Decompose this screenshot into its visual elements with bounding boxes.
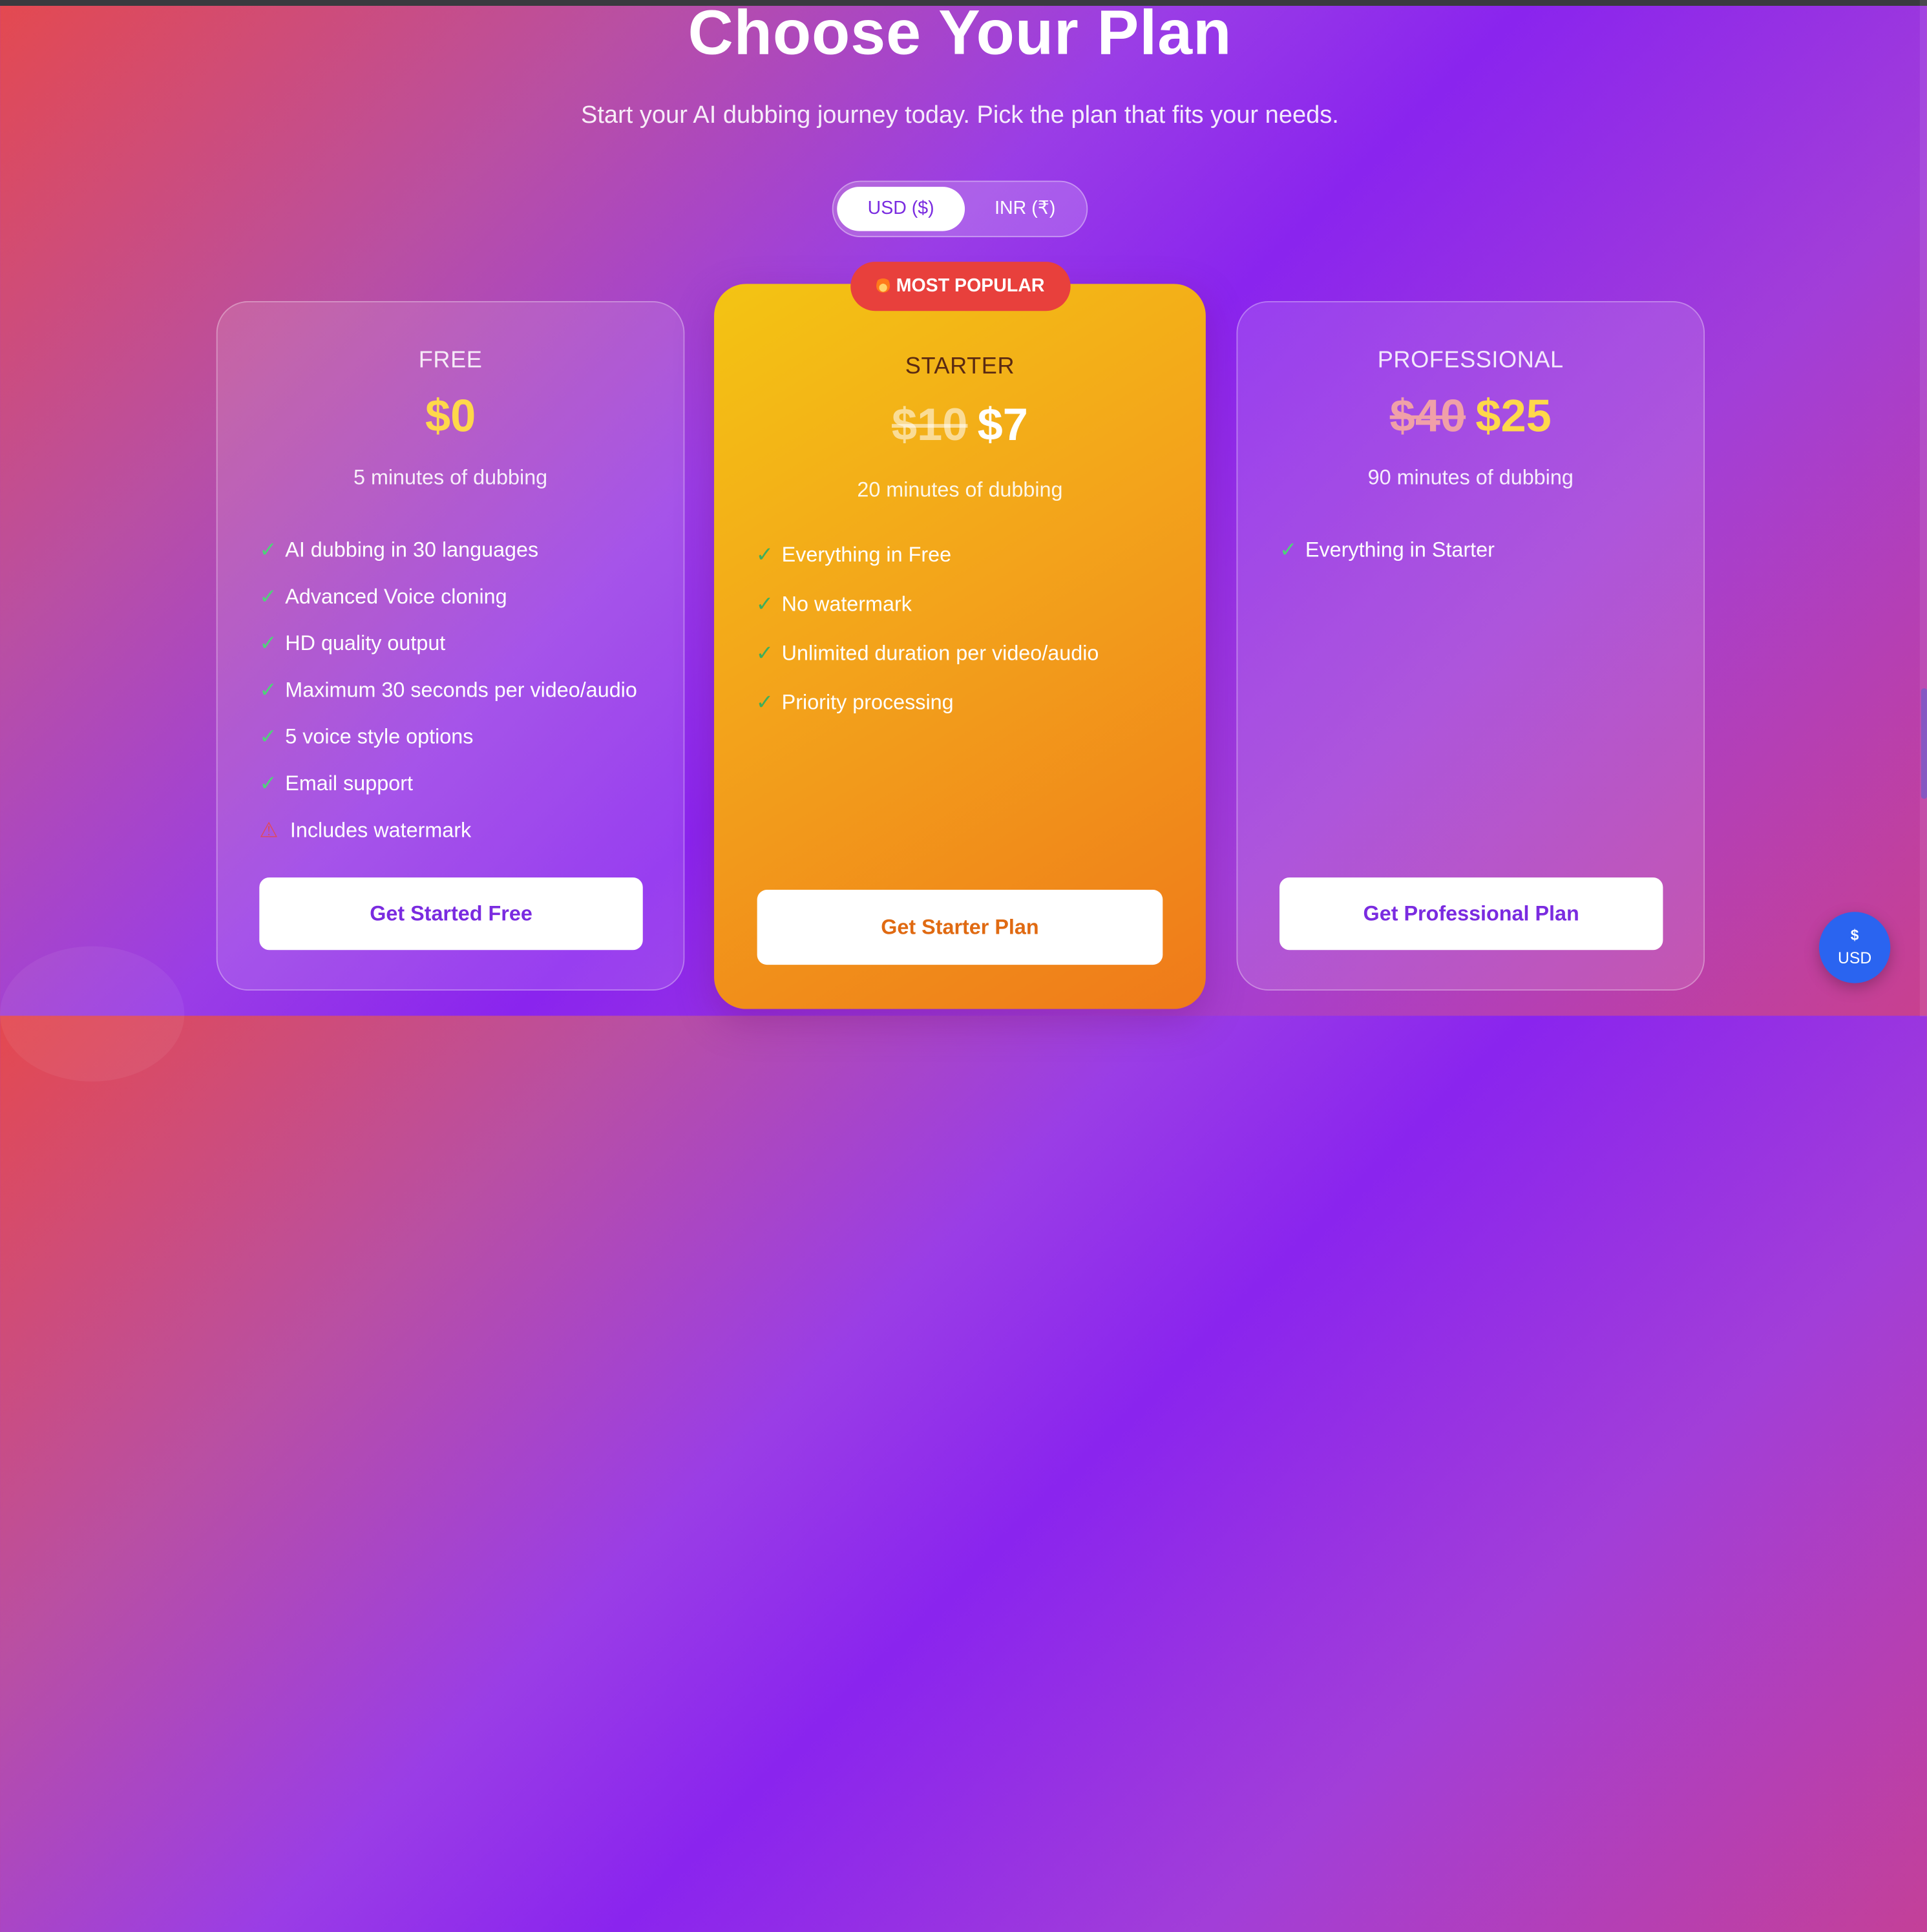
check-icon: ✓ (259, 585, 277, 609)
feature-item: ✓ Email support (259, 761, 671, 807)
get-starter-plan-button[interactable]: Get Starter Plan (757, 890, 1163, 965)
feature-item-warning: ⚠ Includes watermark (259, 808, 671, 854)
feature-text: Email support (285, 772, 413, 795)
plan-card-free: FREE $0 5 minutes of dubbing ✓ AI dubbing… (216, 300, 685, 991)
feature-item: ✓ Unlimited duration per video/audio (756, 629, 1194, 678)
feature-list: ✓ Everything in Starter (1279, 527, 1691, 574)
check-icon: ✓ (755, 543, 774, 567)
pricing-page: Choose Your Plan Start your AI dubbing j… (0, 0, 1927, 1932)
plan-minutes: 90 minutes of dubbing (1367, 465, 1574, 489)
check-icon: ✓ (259, 538, 277, 562)
plan-card-professional: PROFESSIONAL $40 $25 90 minutes of dubbin… (1236, 300, 1705, 991)
plan-card-starter: STARTER $10 $7 20 minutes of dubbing ✓ Eve… (714, 284, 1206, 1009)
decorative-blob (0, 946, 185, 1082)
feature-item: ✓ AI dubbing in 30 languages (259, 527, 671, 574)
check-icon: ✓ (259, 772, 277, 795)
scrollbar-track (1919, 0, 1927, 1016)
feature-text: Everything in Starter (1305, 538, 1495, 562)
plan-price: $40 $25 (1237, 391, 1703, 443)
currency-code: USD (1837, 949, 1872, 967)
check-icon: ✓ (259, 725, 277, 749)
plan-old-price: $40 (1389, 390, 1466, 441)
flame-icon (876, 276, 890, 293)
most-popular-badge: MOST POPULAR (850, 262, 1071, 311)
feature-text: Priority processing (781, 690, 954, 715)
plan-old-price: $10 (891, 399, 968, 450)
currency-fab-button[interactable]: $ USD (1818, 912, 1891, 983)
check-icon: ✓ (755, 592, 774, 616)
plan-price: $10 $7 (714, 399, 1206, 451)
feature-item: ✓ Priority processing (756, 678, 1194, 728)
feature-item: ✓ 5 voice style options (259, 714, 671, 761)
currency-option-inr[interactable]: INR (₹) (969, 187, 1082, 231)
currency-toggle: USD ($) INR (₹) (832, 180, 1088, 238)
check-icon: ✓ (259, 678, 277, 702)
feature-item: ✓ HD quality output (259, 621, 671, 667)
plan-minutes: 5 minutes of dubbing (353, 465, 548, 489)
get-started-free-button[interactable]: Get Started Free (259, 877, 643, 950)
badge-text: MOST POPULAR (896, 275, 1045, 297)
page-title: Choose Your Plan (688, 0, 1232, 68)
feature-text: AI dubbing in 30 languages (285, 538, 539, 562)
check-icon: ✓ (1279, 538, 1298, 562)
feature-item: ✓ Everything in Starter (1279, 527, 1691, 574)
currency-option-usd[interactable]: USD ($) (837, 187, 965, 231)
plan-name: PROFESSIONAL (1377, 348, 1564, 374)
feature-text: HD quality output (285, 631, 446, 655)
feature-list: ✓ Everything in Free ✓ No watermark ✓ Unlim… (756, 531, 1194, 728)
get-professional-plan-button[interactable]: Get Professional Plan (1279, 877, 1663, 950)
warning-text: Includes watermark (290, 818, 472, 842)
page-subtitle: Start your AI dubbing journey today. Pic… (580, 101, 1339, 129)
feature-text: Maximum 30 seconds per video/audio (285, 678, 637, 702)
plan-current-price: $25 (1475, 390, 1552, 441)
plan-price: $0 (425, 390, 476, 441)
plan-name: STARTER (905, 353, 1015, 380)
plan-current-price: $7 (977, 399, 1028, 450)
scrollbar-thumb[interactable] (1921, 688, 1927, 799)
feature-item: ✓ Advanced Voice cloning (259, 574, 671, 620)
feature-text: Advanced Voice cloning (285, 585, 507, 609)
feature-text: 5 voice style options (285, 725, 474, 749)
feature-text: Everything in Free (781, 543, 952, 567)
feature-item: ✓ Everything in Free (756, 531, 1194, 580)
check-icon: ✓ (259, 631, 277, 655)
feature-item: ✓ No watermark (756, 580, 1194, 629)
feature-text: No watermark (781, 592, 912, 616)
plan-minutes: 20 minutes of dubbing (857, 478, 1063, 502)
warning-icon: ⚠ (259, 818, 279, 842)
plan-name: FREE (418, 348, 483, 374)
feature-item: ✓ Maximum 30 seconds per video/audio (259, 667, 671, 714)
dollar-icon: $ (1850, 927, 1859, 944)
check-icon: ✓ (755, 641, 774, 665)
check-icon: ✓ (755, 690, 774, 715)
feature-text: Unlimited duration per video/audio (781, 641, 1099, 665)
feature-list: ✓ AI dubbing in 30 languages ✓ Advanced Vo… (259, 527, 671, 854)
